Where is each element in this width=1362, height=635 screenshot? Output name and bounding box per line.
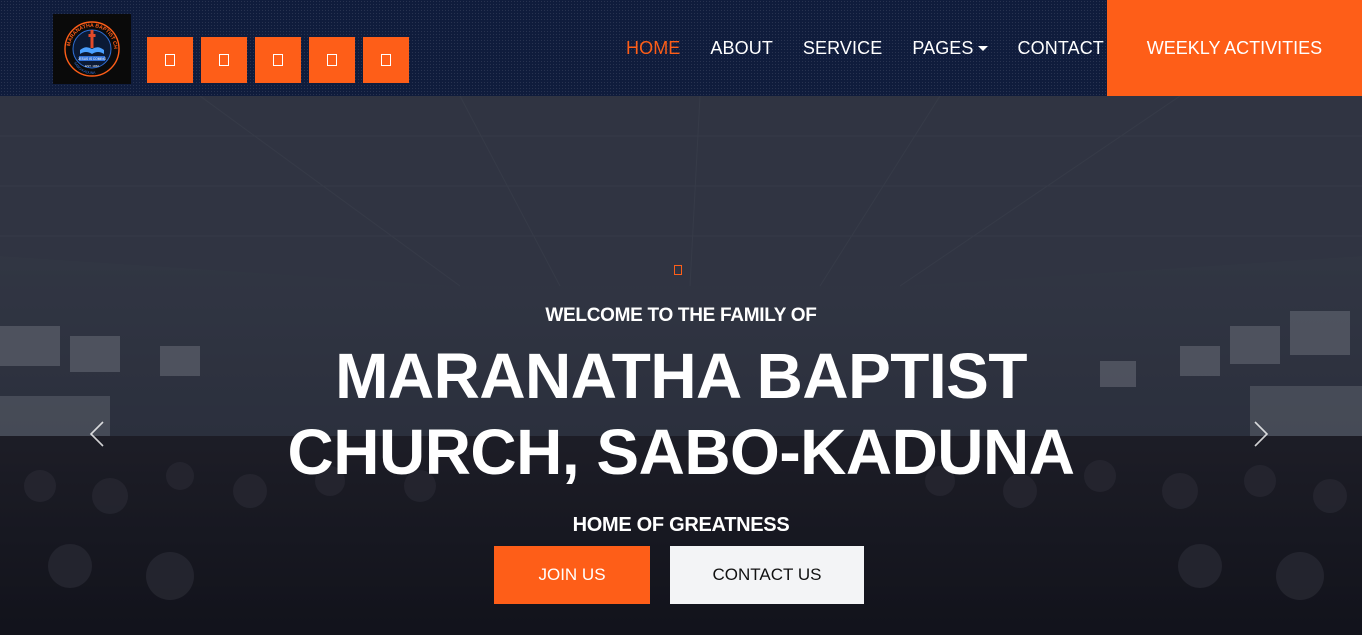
carousel-prev-button[interactable] — [78, 414, 118, 454]
social-icon-2 — [219, 54, 229, 66]
nav-pages-dropdown[interactable]: PAGES — [912, 37, 988, 59]
hero-slide: WELCOME TO THE FAMILY OF MARANATHA BAPTI… — [0, 96, 1362, 635]
nav-service[interactable]: SERVICE — [803, 38, 882, 59]
church-logo[interactable]: MARANATHA BAPTIST CHURCH JESUS IS COMING… — [53, 14, 131, 84]
hero-title: MARANATHA BAPTIST CHURCH, SABO-KADUNA — [0, 338, 1362, 490]
nav-home[interactable]: HOME — [626, 38, 680, 59]
social-button-5[interactable] — [363, 37, 409, 83]
nav-contact[interactable]: CONTACT — [1018, 38, 1104, 59]
chevron-right-icon — [1254, 421, 1269, 447]
cross-icon — [674, 265, 682, 275]
svg-text:EST. 1962: EST. 1962 — [85, 64, 99, 68]
social-button-3[interactable] — [255, 37, 301, 83]
contact-us-button[interactable]: CONTACT US — [670, 546, 864, 604]
hero-carousel: WELCOME TO THE FAMILY OF MARANATHA BAPTI… — [0, 96, 1362, 635]
nav-pages-label: PAGES — [912, 37, 974, 58]
social-icon-1 — [165, 54, 175, 66]
hero-title-line-2: CHURCH, SABO-KADUNA — [287, 416, 1075, 488]
social-icon-4 — [327, 54, 337, 66]
chevron-down-icon — [977, 46, 988, 51]
social-icon-3 — [273, 54, 283, 66]
main-nav: HOME ABOUT SERVICE PAGES CONTACT — [626, 0, 1104, 96]
social-links — [147, 37, 409, 83]
nav-about[interactable]: ABOUT — [710, 38, 773, 59]
hero-title-line-1: MARANATHA BAPTIST — [335, 340, 1027, 412]
site-header: MARANATHA BAPTIST CHURCH JESUS IS COMING… — [0, 0, 1362, 96]
social-icon-5 — [381, 54, 391, 66]
social-button-1[interactable] — [147, 37, 193, 83]
carousel-next-button[interactable] — [1240, 414, 1280, 454]
weekly-activities-button[interactable]: WEEKLY ACTIVITIES — [1107, 0, 1362, 96]
chevron-left-icon — [89, 421, 104, 447]
hero-eyebrow: WELCOME TO THE FAMILY OF — [545, 305, 817, 326]
hero-tagline: HOME OF GREATNESS — [572, 514, 790, 536]
social-button-4[interactable] — [309, 37, 355, 83]
join-us-button[interactable]: JOIN US — [494, 546, 650, 604]
svg-text:JESUS IS COMING: JESUS IS COMING — [78, 57, 107, 61]
church-logo-emblem: MARANATHA BAPTIST CHURCH JESUS IS COMING… — [53, 14, 120, 77]
social-button-2[interactable] — [201, 37, 247, 83]
